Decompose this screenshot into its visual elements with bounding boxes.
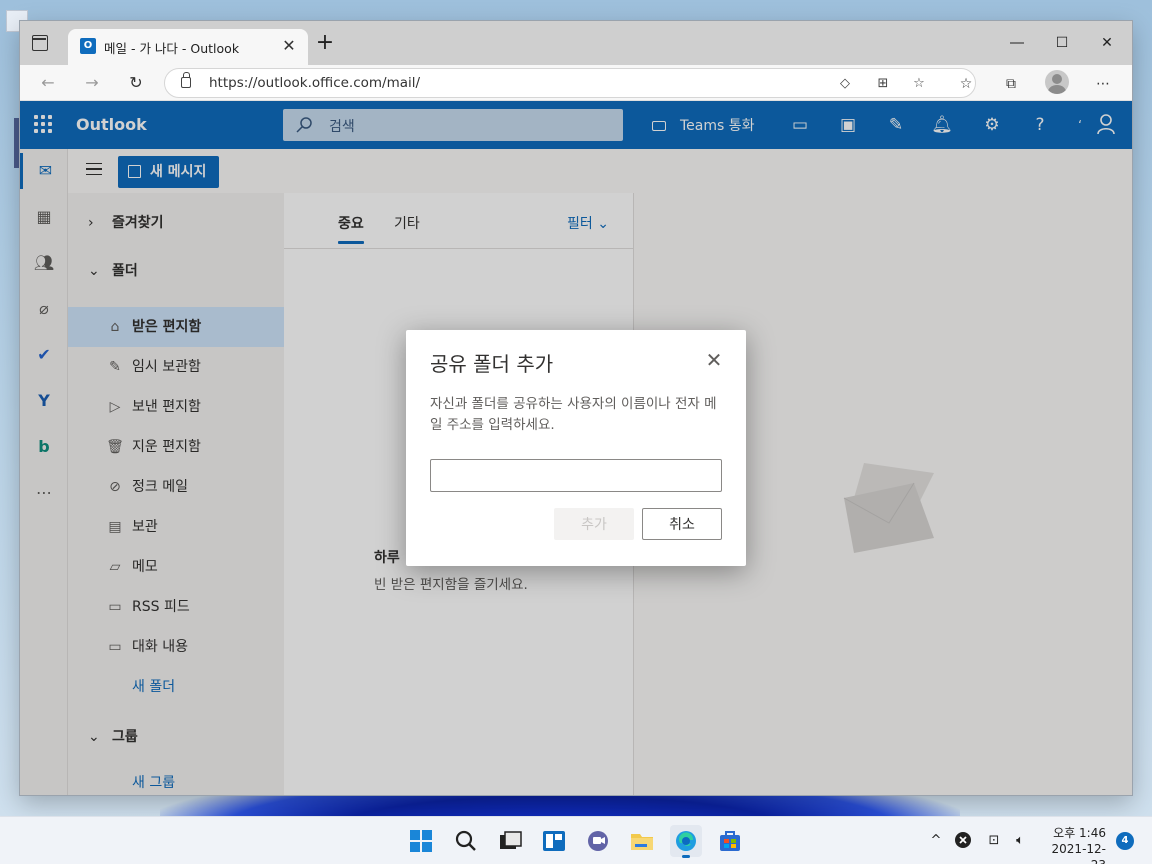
taskbar: ^ ⊡ 🔈︎ 오후 1:46 2021-12-23 4	[0, 816, 1152, 864]
file-explorer-icon[interactable]	[626, 825, 658, 857]
volume-icon[interactable]: 🔈︎	[1010, 831, 1030, 851]
app-available-icon[interactable]: ⊞	[873, 75, 893, 93]
add-button[interactable]: 추가	[554, 508, 634, 540]
favorites-icon[interactable]: ☆	[955, 73, 977, 95]
system-clock[interactable]: 오후 1:46 2021-12-23	[1040, 825, 1106, 864]
minimize-icon[interactable]: ―	[994, 29, 1040, 57]
add-shared-folder-dialog: 공유 폴더 추가 ✕ 자신과 폴더를 공유하는 사용자의 이름이나 전자 메일 …	[406, 330, 746, 566]
taskbar-search-icon[interactable]	[450, 825, 482, 857]
url-text[interactable]: https://outlook.office.com/mail/	[209, 75, 420, 91]
tab-title: 메일 - 가 나다 - Outlook	[104, 41, 240, 56]
new-tab-icon[interactable]: +	[315, 32, 335, 54]
more-options-icon[interactable]: ⋯	[1092, 73, 1114, 95]
start-icon[interactable]	[405, 825, 437, 857]
add-favorite-icon[interactable]: ☆	[909, 75, 929, 93]
clock-date: 2021-12-23	[1051, 842, 1106, 864]
read-aloud-icon[interactable]: ◇	[835, 75, 855, 93]
tab-strip: O 메일 - 가 나다 - Outlook ✕ + ― ☐ ✕	[20, 21, 1132, 65]
cancel-button[interactable]: 취소	[642, 508, 722, 540]
maximize-icon[interactable]: ☐	[1039, 29, 1085, 57]
store-icon[interactable]	[714, 825, 746, 857]
browser-window: O 메일 - 가 나다 - Outlook ✕ + ― ☐ ✕ ← → ↻ ht…	[20, 21, 1132, 795]
task-view-icon[interactable]	[494, 825, 526, 857]
dialog-close-icon[interactable]: ✕	[704, 350, 724, 370]
close-window-icon[interactable]: ✕	[1084, 29, 1130, 57]
browser-tab[interactable]: O 메일 - 가 나다 - Outlook ✕	[68, 29, 308, 65]
outlook-favicon-icon: O	[80, 38, 96, 54]
tab-close-icon[interactable]: ✕	[280, 37, 298, 55]
refresh-icon[interactable]: ↻	[122, 71, 150, 95]
clock-time: 오후 1:46	[1053, 826, 1106, 840]
lock-icon[interactable]	[181, 72, 191, 88]
dialog-description: 자신과 폴더를 공유하는 사용자의 이름이나 전자 메일 주소를 입력하세요.	[430, 396, 717, 433]
forward-icon[interactable]: →	[78, 71, 106, 95]
outlook-app: Outlook 검색 Teams 통화 ▭ ▣ ✎ 🔔︎ ⚙ ? ‘ ✉ ▦ 👥…	[20, 101, 1132, 795]
notification-count-badge[interactable]: 4	[1116, 832, 1134, 850]
shared-folder-name-input[interactable]	[430, 459, 722, 492]
profile-avatar[interactable]	[1045, 70, 1069, 94]
edge-browser-icon[interactable]	[670, 825, 702, 858]
address-bar[interactable]: https://outlook.office.com/mail/ ◇ ⊞ ☆	[164, 68, 976, 98]
widgets-icon[interactable]	[538, 825, 570, 857]
teams-chat-icon[interactable]	[582, 825, 614, 857]
security-status-icon[interactable]	[953, 831, 973, 851]
back-icon[interactable]: ←	[34, 71, 62, 95]
network-icon[interactable]: ⊡	[984, 831, 1004, 851]
collections-icon[interactable]: ⧉	[1000, 73, 1022, 95]
dialog-title: 공유 폴더 추가	[430, 352, 554, 376]
show-hidden-icons-icon[interactable]: ^	[926, 831, 946, 851]
tab-actions-icon[interactable]	[32, 35, 48, 51]
address-toolbar: ← → ↻ https://outlook.office.com/mail/ ◇…	[20, 65, 1132, 101]
